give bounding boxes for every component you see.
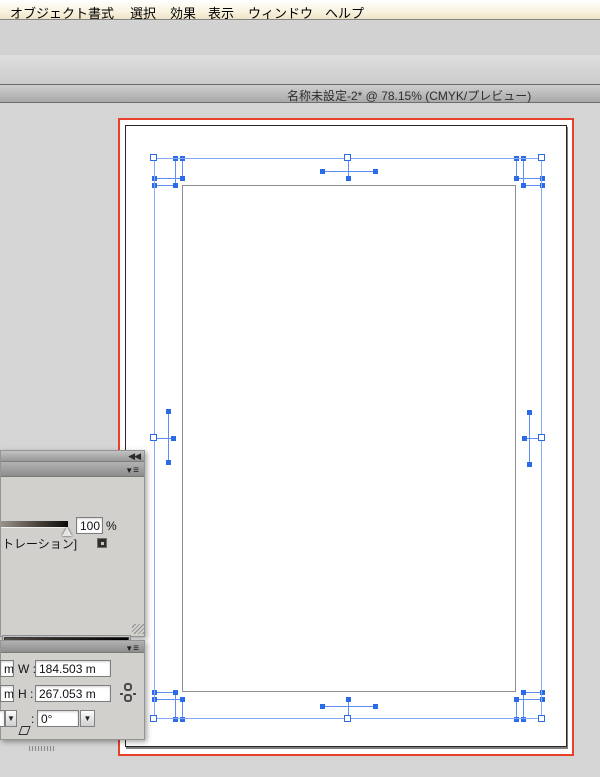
collapse-icon[interactable]: ◀◀: [128, 451, 141, 462]
menu-item-effect[interactable]: 効果: [170, 3, 196, 22]
application-frame-strip: [0, 21, 600, 55]
width-field[interactable]: 184.503 m: [35, 660, 111, 677]
value-slider-track[interactable]: [1, 521, 68, 528]
panel-item-label: トレーション]: [2, 537, 78, 551]
bounding-box-handle[interactable]: [538, 715, 545, 722]
constrain-proportions-icon[interactable]: [120, 683, 136, 705]
panel-menu-icon[interactable]: ▼≡: [125, 465, 139, 476]
slider-unit-label: %: [106, 519, 117, 533]
panel-drag-grip[interactable]: [29, 746, 55, 751]
bounding-box-handle[interactable]: [538, 434, 545, 441]
panel-tab-bar[interactable]: ▼≡: [1, 462, 144, 477]
panel-header[interactable]: ▼≡: [1, 641, 144, 654]
document-title: 名称未設定-2* @ 78.15% (CMYK/プレビュー): [287, 89, 532, 103]
transform-panel[interactable]: ▼≡ m W : 184.503 m m H : 267.053 m ▼ : 0…: [0, 640, 145, 751]
y-field-truncated[interactable]: m: [0, 685, 14, 702]
bounding-box-handle[interactable]: [344, 715, 351, 722]
shear-colon: :: [31, 712, 35, 726]
slider-value-field[interactable]: 100: [76, 517, 103, 534]
rotate-dropdown-icon[interactable]: ▼: [5, 710, 17, 727]
shear-dropdown-icon[interactable]: ▼: [80, 710, 95, 727]
menu-item-type[interactable]: 書式: [88, 3, 114, 22]
shear-icon: [18, 726, 31, 735]
bounding-box-handle[interactable]: [150, 715, 157, 722]
panel-body: m W : 184.503 m m H : 267.053 m ▼ : 0° ▼: [0, 653, 144, 751]
control-bar: ▼ 線: 0.3 pt ▼ 均等 ▼ 基本 ▼ 不透明度: 100% ▼ スタイ…: [0, 55, 600, 136]
selection-bounding-box[interactable]: [154, 158, 542, 719]
height-field[interactable]: 267.053 m: [35, 685, 111, 702]
bounding-box-handle[interactable]: [150, 434, 157, 441]
menu-item-object[interactable]: オブジェクト: [10, 3, 88, 22]
document-title-bar[interactable]: 名称未設定-2* @ 78.15% (CMYK/プレビュー): [0, 85, 600, 103]
width-label: W :: [18, 662, 36, 676]
bounding-box-handle[interactable]: [344, 154, 351, 161]
menu-item-help[interactable]: ヘルプ: [325, 3, 364, 22]
x-field-truncated[interactable]: m: [0, 660, 14, 677]
menu-item-select[interactable]: 選択: [130, 3, 156, 22]
bounding-box-handle[interactable]: [150, 154, 157, 161]
panel-group-header[interactable]: ◀◀: [1, 451, 144, 462]
height-label: H :: [18, 687, 34, 701]
panel-resize-grip[interactable]: [132, 624, 144, 634]
menu-bar: オブジェクト 書式 選択 効果 表示 ウィンドウ ヘルプ: [0, 0, 600, 22]
panel-body: 100 % トレーション]: [1, 477, 144, 658]
menu-item-window[interactable]: ウィンドウ: [248, 3, 313, 22]
color-panel[interactable]: ◀◀ ▼≡ 100 % トレーション]: [0, 450, 145, 658]
shear-field[interactable]: 0°: [37, 710, 79, 727]
bounding-box-handle[interactable]: [538, 154, 545, 161]
target-proxy-icon[interactable]: [97, 538, 107, 548]
menu-item-view[interactable]: 表示: [208, 3, 234, 22]
